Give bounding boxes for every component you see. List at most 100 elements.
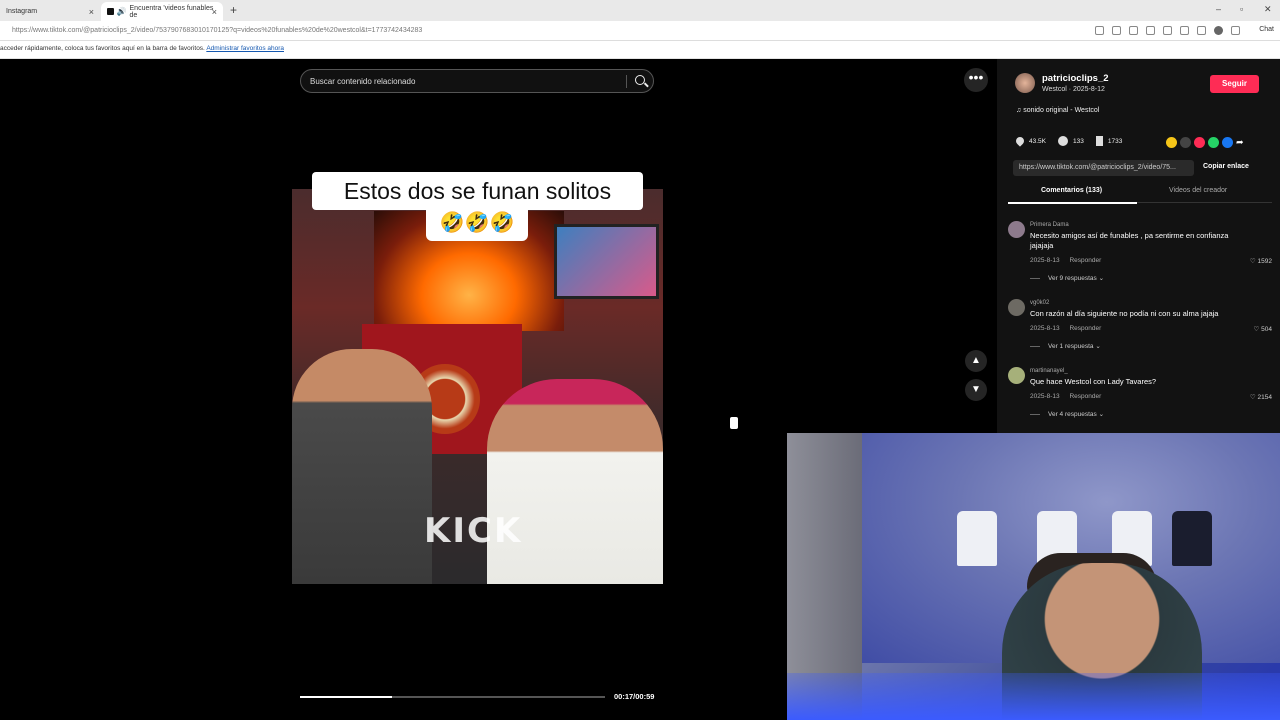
comment-date: 2025-8-13: [1030, 325, 1060, 332]
coin-icon[interactable]: [1166, 137, 1177, 148]
person-right: [487, 379, 663, 584]
reply-button[interactable]: Responder: [1069, 257, 1101, 264]
whatsapp-icon[interactable]: [1208, 137, 1219, 148]
split-screen-icon[interactable]: [1163, 26, 1172, 35]
comment-meta: 2025-8-13 Responder: [1030, 325, 1101, 332]
collections-icon[interactable]: [1197, 26, 1206, 35]
person-left: [292, 349, 432, 584]
divider: [626, 75, 627, 88]
facebook-icon[interactable]: [1222, 137, 1233, 148]
saves-count: 1733: [1107, 137, 1123, 145]
jersey-11: [957, 511, 997, 566]
sound-link[interactable]: ♫ sonido original - Westcol: [1016, 107, 1099, 114]
view-replies-button[interactable]: Ver 4 respuestas ⌄: [1030, 410, 1104, 418]
favbar-text: acceder rápidamente, coloca tus favorito…: [0, 45, 205, 52]
comment-date: 2025-8-13: [1030, 393, 1060, 400]
next-video-button[interactable]: ▼: [965, 379, 987, 401]
copy-link-button[interactable]: Copiar enlace: [1203, 163, 1249, 170]
close-icon[interactable]: ×: [89, 7, 94, 17]
comment-text: Con razón al día siguiente no podía ni c…: [1030, 309, 1219, 318]
author-avatar[interactable]: [1015, 73, 1035, 93]
tab-creator-videos[interactable]: Videos del creador: [1169, 187, 1227, 194]
comment-user[interactable]: Primera Dama: [1030, 222, 1069, 228]
reply-button[interactable]: Responder: [1069, 393, 1101, 400]
reply-button[interactable]: Responder: [1069, 325, 1101, 332]
url-text[interactable]: https://www.tiktok.com/@patricioclips_2/…: [12, 27, 422, 34]
author-name[interactable]: patricioclips_2: [1042, 73, 1109, 84]
share-icons: ➦: [1166, 137, 1247, 148]
more-icon[interactable]: [1231, 26, 1240, 35]
minimize-button[interactable]: –: [1216, 4, 1221, 14]
open-app-icon[interactable]: [1095, 26, 1104, 35]
send-icon[interactable]: [1194, 137, 1205, 148]
close-icon[interactable]: ×: [212, 7, 217, 17]
webcam-overlay: [787, 433, 1280, 720]
comment-likes[interactable]: ♡ 2154: [1250, 393, 1272, 401]
tab-instagram[interactable]: Instagram ×: [0, 2, 100, 21]
favorites-icon[interactable]: [1180, 26, 1189, 35]
translate-icon[interactable]: [1112, 26, 1121, 35]
maximize-button[interactable]: ▫: [1240, 4, 1243, 14]
save-button[interactable]: 1733: [1095, 136, 1123, 146]
manage-favorites-link[interactable]: Administrar favoritos ahora: [206, 45, 284, 52]
kick-watermark: KICK: [424, 511, 523, 551]
comment-likes[interactable]: ♡ 1592: [1250, 257, 1272, 265]
extensions-icon[interactable]: [1146, 26, 1155, 35]
avatar[interactable]: [1008, 299, 1025, 316]
avatar[interactable]: [1008, 367, 1025, 384]
search-input[interactable]: Buscar contenido relacionado: [300, 69, 654, 93]
previous-video-button[interactable]: ▲: [965, 350, 987, 372]
embed-icon[interactable]: [1180, 137, 1191, 148]
view-replies-button[interactable]: Ver 9 respuestas ⌄: [1030, 274, 1104, 282]
progress-fill: [300, 696, 392, 698]
replies-label: Ver 1 respuesta: [1048, 343, 1094, 350]
comment-text: Necesito amigos así de funables , pa sen…: [1030, 231, 1229, 250]
more-options-button[interactable]: •••: [964, 68, 988, 92]
like-button[interactable]: 43.5K: [1014, 135, 1046, 147]
avatar[interactable]: [1008, 221, 1025, 238]
copilot-chat-button[interactable]: Chat: [1259, 26, 1274, 33]
new-tab-button[interactable]: +: [230, 3, 237, 17]
profile-icon[interactable]: [1214, 26, 1223, 35]
video-link-field[interactable]: https://www.tiktok.com/@patricioclips_2/…: [1013, 160, 1194, 176]
replies-label: Ver 4 respuestas: [1048, 411, 1097, 418]
tiktok-page: Buscar contenido relacionado KICK Estos …: [0, 59, 1280, 720]
caption-emojis: 🤣🤣🤣: [426, 207, 528, 241]
comment-text: Que hace Westcol con Lady Tavares?: [1030, 377, 1157, 386]
search-placeholder: Buscar contenido relacionado: [310, 77, 416, 86]
likes-count: 1592: [1257, 258, 1272, 265]
comment-icon: [1058, 136, 1068, 146]
active-tab-indicator: [1008, 202, 1137, 204]
comment-meta: 2025-8-13 Responder: [1030, 257, 1101, 264]
address-bar[interactable]: https://www.tiktok.com/@patricioclips_2/…: [0, 21, 1280, 41]
sound-label: sonido original - Westcol: [1023, 107, 1100, 114]
tiktok-icon: [107, 8, 114, 15]
star-icon[interactable]: [1129, 26, 1138, 35]
comment-button[interactable]: 133: [1058, 136, 1084, 146]
video-caption: Estos dos se funan solitos: [312, 172, 643, 210]
window-close-button[interactable]: ✕: [1264, 4, 1272, 15]
bookmark-icon: [1095, 136, 1103, 146]
comment-meta: 2025-8-13 Responder: [1030, 393, 1101, 400]
share-arrow-icon[interactable]: ➦: [1236, 137, 1247, 148]
video-frame[interactable]: KICK: [292, 189, 663, 584]
speaker-icon[interactable]: 🔊: [117, 7, 127, 16]
comments-count: 133: [1073, 137, 1084, 145]
video-time: 00:17/00:59: [614, 692, 655, 701]
comment-user[interactable]: martinanayel_: [1030, 368, 1068, 374]
led-strip: [787, 673, 1280, 720]
stats-row: 43.5K 133 1733: [1014, 135, 1134, 147]
browser-tab-strip: Instagram × 🔊 Encuentra 'videos funables…: [0, 0, 1280, 21]
favorites-bar: acceder rápidamente, coloca tus favorito…: [0, 41, 1280, 59]
comment-user[interactable]: vg0k02: [1030, 300, 1049, 306]
likes-count: 43.5K: [1029, 137, 1046, 145]
follow-button[interactable]: Seguir: [1210, 75, 1259, 93]
view-replies-button[interactable]: Ver 1 respuesta ⌄: [1030, 342, 1101, 350]
progress-bar[interactable]: [300, 696, 605, 698]
tab-tiktok[interactable]: 🔊 Encuentra 'videos funables de ×: [101, 2, 223, 21]
tab-label: Encuentra 'videos funables de: [129, 4, 214, 19]
comment-likes[interactable]: ♡ 504: [1254, 325, 1273, 333]
likes-count: 2154: [1257, 394, 1272, 401]
search-icon[interactable]: [635, 75, 645, 85]
tab-comments[interactable]: Comentarios (133): [1041, 187, 1102, 194]
